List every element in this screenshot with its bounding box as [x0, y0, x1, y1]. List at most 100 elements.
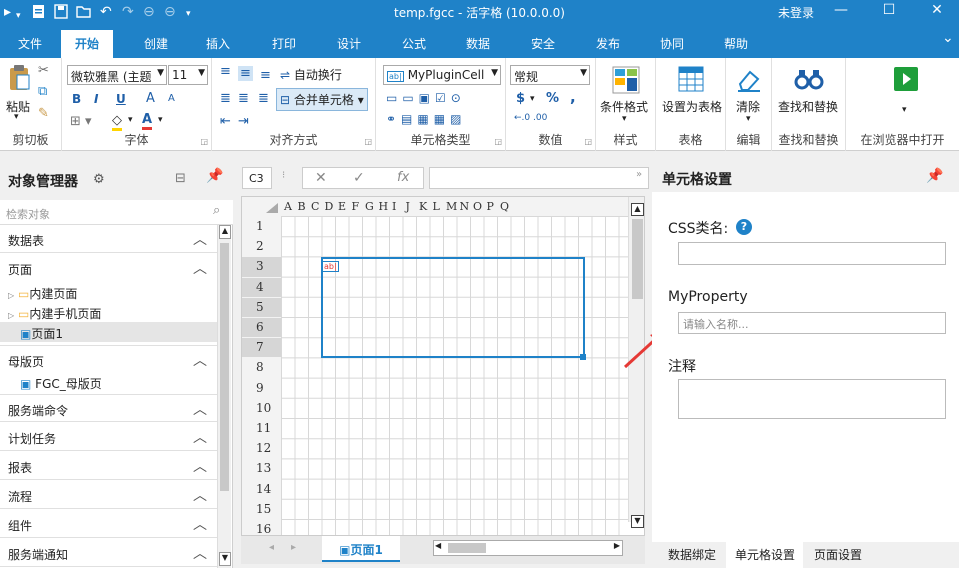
align-center-icon[interactable]: ≣	[238, 91, 249, 106]
font-size-select[interactable]: 11 ▼	[168, 65, 208, 85]
column-header[interactable]: J	[406, 200, 410, 213]
column-header[interactable]: E	[338, 200, 346, 213]
play-icon[interactable]	[894, 67, 918, 91]
column-header[interactable]: Q	[500, 200, 509, 213]
open-in-browser-button[interactable]: 在浏览器中打开	[846, 131, 959, 148]
section-pages[interactable]: 页面 ︿	[0, 254, 217, 282]
column-header[interactable]: K	[419, 200, 427, 213]
row-header[interactable]: 7	[242, 338, 281, 358]
column-header[interactable]: I	[392, 200, 396, 213]
currency-button[interactable]: $	[516, 91, 525, 106]
scroll-right-icon[interactable]: ▶	[614, 541, 620, 550]
search-box[interactable]: 检索对象 ⌕	[0, 200, 233, 225]
pin-icon[interactable]: 📌	[206, 168, 223, 184]
row-header[interactable]: 13	[242, 459, 281, 479]
column-header[interactable]: N	[460, 200, 470, 213]
chevron-up-icon[interactable]: ︿	[193, 514, 207, 534]
chevron-up-icon[interactable]: ︿	[193, 427, 207, 447]
decimal-buttons[interactable]: ←.0 .00	[514, 113, 547, 123]
column-header[interactable]: F	[352, 200, 360, 213]
column-header[interactable]: C	[311, 200, 319, 213]
set-as-table-button[interactable]: 设置为表格	[662, 98, 722, 115]
search-icon[interactable]: ⌕	[213, 203, 220, 218]
row-header[interactable]: 11	[242, 419, 281, 439]
wrap-text-button[interactable]: ⇌ 自动换行	[280, 66, 342, 83]
expand-icon[interactable]: ▷	[8, 291, 14, 300]
eraser-icon[interactable]	[736, 66, 762, 92]
collapse-ribbon-icon[interactable]: ⌄	[942, 30, 954, 46]
row-header[interactable]: 15	[242, 499, 281, 519]
font-color-dropdown-icon[interactable]: ▾	[158, 115, 163, 125]
paste-icon[interactable]	[8, 64, 30, 92]
sheet-tab-page1[interactable]: ▣页面1	[322, 536, 400, 562]
function-icon[interactable]: fx	[397, 170, 409, 185]
minimize-icon[interactable]: —	[826, 2, 856, 18]
vertical-scroll-thumb[interactable]	[632, 219, 643, 299]
selected-range[interactable]	[321, 257, 585, 358]
section-master-pages[interactable]: 母版页 ︿	[0, 345, 217, 373]
tab-help[interactable]: 帮助	[724, 35, 748, 52]
help-icon[interactable]: ?	[736, 219, 752, 235]
horizontal-scrollbar[interactable]: ◀ ▶	[433, 540, 623, 556]
formula-input[interactable]	[429, 167, 649, 189]
alignment-dialog-icon[interactable]: ◲	[364, 137, 372, 146]
run-dropdown-icon[interactable]: ▾	[902, 105, 907, 115]
tree-item-builtin-pages[interactable]: ▷ ▭内建页面	[8, 285, 77, 302]
tab-formula[interactable]: 公式	[402, 35, 426, 52]
align-right-icon[interactable]: ≣	[258, 91, 269, 106]
column-header[interactable]: H	[379, 200, 389, 213]
tab-print[interactable]: 打印	[272, 35, 296, 52]
row-header[interactable]: 14	[242, 479, 281, 499]
increase-indent-icon[interactable]: ⇥	[238, 114, 249, 129]
binoculars-icon[interactable]	[794, 68, 824, 90]
row-header[interactable]: 1	[242, 217, 281, 237]
scroll-left-icon[interactable]: ◀	[435, 541, 441, 550]
tab-data[interactable]: 数据	[466, 35, 490, 52]
chevron-up-icon[interactable]: ︿	[193, 350, 207, 370]
grow-font-button[interactable]: A	[146, 91, 155, 106]
section-datatable[interactable]: 数据表 ︿	[0, 225, 217, 253]
tab-create[interactable]: 创建	[144, 35, 168, 52]
row-header[interactable]: 12	[242, 439, 281, 459]
column-header[interactable]: A	[284, 200, 292, 213]
column-header[interactable]: O	[473, 200, 482, 213]
cancel-icon[interactable]: ✕	[315, 170, 327, 186]
row-header[interactable]: 2	[242, 237, 281, 257]
find-replace-button[interactable]: 查找和替换	[778, 98, 838, 115]
paste-dropdown-icon[interactable]: ▾	[14, 112, 19, 122]
column-header[interactable]: G	[365, 200, 374, 213]
fill-handle[interactable]	[580, 354, 586, 360]
scroll-up-icon[interactable]: ▲	[631, 203, 644, 216]
tab-collaborate[interactable]: 协同	[660, 35, 684, 52]
chevron-up-icon[interactable]: ︿	[193, 229, 207, 249]
section-components[interactable]: 组件 ︿	[0, 510, 217, 538]
login-status[interactable]: 未登录	[778, 4, 814, 21]
section-server-commands[interactable]: 服务端命令 ︿	[0, 394, 217, 422]
tab-home[interactable]: 开始	[61, 30, 114, 58]
scroll-down-icon[interactable]: ▼	[631, 515, 644, 528]
tab-data-binding[interactable]: 数据绑定	[668, 546, 716, 563]
tab-insert[interactable]: 插入	[206, 35, 230, 52]
clear-dropdown-icon[interactable]: ▾	[746, 114, 751, 124]
row-header[interactable]: 16	[242, 520, 281, 535]
collapse-all-icon[interactable]: ⊟	[175, 171, 186, 186]
font-color-button[interactable]: A	[142, 112, 153, 130]
tab-page-settings[interactable]: 页面设置	[814, 546, 862, 563]
section-scheduled-tasks[interactable]: 计划任务 ︿	[0, 423, 217, 451]
tab-design[interactable]: 设计	[337, 35, 361, 52]
spreadsheet-grid[interactable]: ABCDEFGHIJKLMNOPQ 1 2 3 4 5 6 7 8 9 10 11 12 13 14 15 1…	[241, 196, 645, 536]
tab-security[interactable]: 安全	[531, 35, 555, 52]
number-format-select[interactable]: 常规 ▼	[510, 65, 590, 85]
chevron-up-icon[interactable]: ︿	[193, 258, 207, 278]
conditional-format-button[interactable]: 条件格式	[600, 98, 648, 115]
align-left-icon[interactable]: ≣	[220, 91, 231, 106]
search-input[interactable]: 检索对象	[6, 206, 50, 222]
comma-button[interactable]: ,	[570, 88, 576, 106]
underline-button[interactable]: U	[116, 92, 126, 106]
chevron-up-icon[interactable]: ︿	[193, 485, 207, 505]
format-painter-icon[interactable]: ✎	[38, 106, 49, 121]
row-header[interactable]: 6	[242, 318, 281, 338]
clear-button[interactable]: 清除	[736, 98, 760, 115]
chevron-up-icon[interactable]: ︿	[193, 456, 207, 476]
bold-button[interactable]: B	[72, 92, 81, 106]
